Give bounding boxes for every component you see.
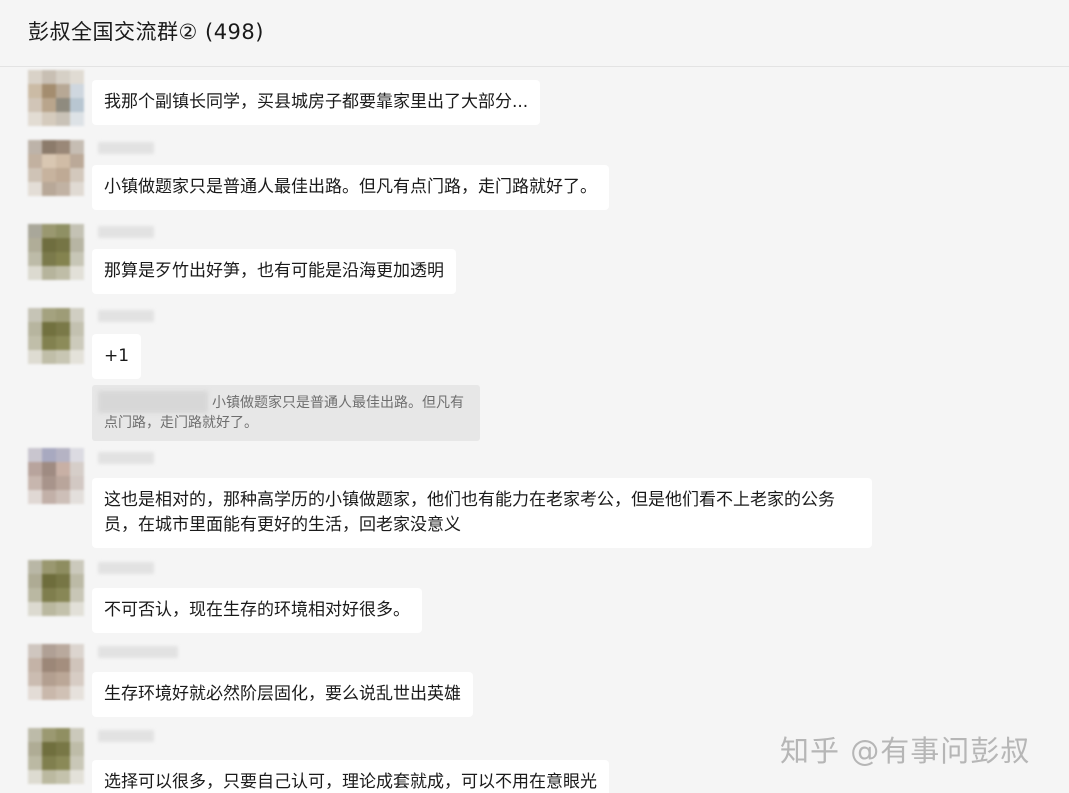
chat-header: 彭叔全国交流群② (498) [0, 0, 1069, 67]
avatar[interactable] [28, 560, 84, 616]
sender-name-redacted [98, 646, 178, 658]
message-bubble[interactable]: 不可否认，现在生存的环境相对好很多。 [92, 588, 422, 633]
quoted-text: 小镇做题家只是普通人最佳出路。但凡有点门路，走门路就好了。 [104, 395, 464, 431]
message-bubble[interactable]: 小镇做题家只是普通人最佳出路。但凡有点门路，走门路就好了。 [92, 165, 609, 210]
avatar[interactable] [28, 308, 84, 364]
chat-title: 彭叔全国交流群② (498) [28, 20, 264, 44]
sender-name-redacted [98, 562, 154, 574]
avatar[interactable] [28, 70, 84, 126]
avatar[interactable] [28, 140, 84, 196]
sender-name-redacted [98, 310, 154, 322]
message-bubble[interactable]: 生存环境好就必然阶层固化，要么说乱世出英雄 [92, 672, 473, 717]
watermark: 知乎 @有事问彭叔 [780, 734, 1031, 768]
sender-name-redacted [98, 226, 154, 238]
message-bubble[interactable]: 这也是相对的，那种高学历的小镇做题家，他们也有能力在老家考公，但是他们看不上老家… [92, 478, 872, 548]
message-bubble[interactable]: +1 [92, 334, 142, 379]
avatar[interactable] [28, 224, 84, 280]
sender-name-redacted [98, 452, 154, 464]
sender-name-redacted [98, 142, 154, 154]
message-bubble[interactable]: 那算是歹竹出好笋，也有可能是沿海更加透明 [92, 249, 456, 294]
message-bubble[interactable]: 我那个副镇长同学，买县城房子都要靠家里出了大部分... [92, 80, 541, 125]
avatar[interactable] [28, 644, 84, 700]
quoted-reply[interactable]: 小镇做题家只是普通人最佳出路。但凡有点门路，走门路就好了。 [92, 385, 480, 441]
sender-name-redacted [98, 730, 154, 742]
avatar[interactable] [28, 728, 84, 784]
avatar[interactable] [28, 448, 84, 504]
message-bubble[interactable]: 选择可以很多，只要自己认可，理论成套就成，可以不用在意眼光 [92, 760, 609, 793]
message-bubble-clip: 选择可以很多，只要自己认可，理论成套就成，可以不用在意眼光 [92, 760, 658, 793]
